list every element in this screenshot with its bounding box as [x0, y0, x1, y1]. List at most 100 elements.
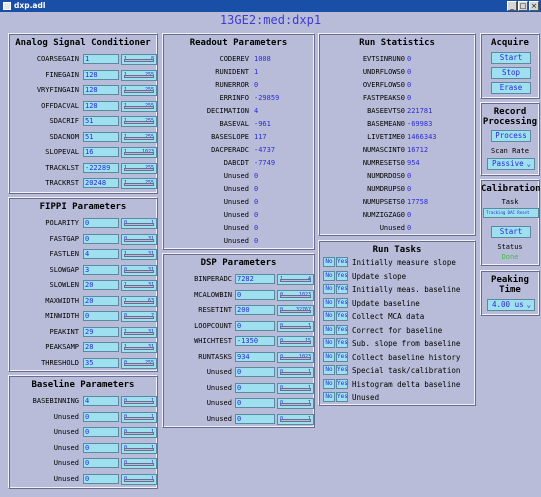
slider-track[interactable]: [280, 356, 311, 360]
analog-slider[interactable]: 18: [121, 54, 157, 65]
slider-track[interactable]: [124, 300, 154, 304]
runtask-yes-button[interactable]: Yes: [336, 257, 348, 267]
dsp-slider[interactable]: 01: [277, 398, 314, 409]
dsp-slider[interactable]: 01: [277, 320, 314, 332]
fippi-slider[interactable]: 131: [121, 280, 157, 291]
fippi-slider[interactable]: 01: [121, 218, 157, 229]
slider-track[interactable]: [124, 167, 154, 171]
analog-value-field[interactable]: 128: [83, 69, 119, 80]
fippi-slider[interactable]: 07: [121, 311, 157, 322]
runtask-no-button[interactable]: No: [323, 311, 335, 321]
slider-track[interactable]: [124, 463, 154, 466]
slider-track[interactable]: [124, 432, 154, 435]
fippi-value-field[interactable]: 4: [83, 249, 119, 259]
fippi-slider[interactable]: 131: [121, 326, 157, 338]
slider-track[interactable]: [280, 325, 311, 329]
fippi-value-field[interactable]: 0: [83, 311, 119, 321]
scan-rate-select[interactable]: Passive ⌄: [487, 158, 535, 170]
analog-slider[interactable]: 1255: [121, 69, 157, 81]
dsp-value-field[interactable]: 0: [235, 289, 275, 300]
runtask-yes-button[interactable]: Yes: [336, 378, 348, 389]
dsp-value-field[interactable]: 934: [235, 351, 275, 362]
runtask-yes-button[interactable]: Yes: [336, 392, 348, 402]
slider-track[interactable]: [280, 403, 311, 406]
slider-track[interactable]: [124, 136, 154, 140]
slider-track[interactable]: [124, 285, 154, 288]
runtask-no-button[interactable]: No: [323, 365, 335, 375]
fippi-value-field[interactable]: 20: [83, 295, 119, 306]
runtask-no-button[interactable]: No: [323, 324, 335, 335]
slider-track[interactable]: [280, 418, 311, 422]
slider-track[interactable]: [280, 387, 311, 391]
analog-slider[interactable]: 1255: [121, 131, 157, 143]
stop-button[interactable]: Stop: [491, 67, 531, 79]
runtask-yes-button[interactable]: Yes: [336, 284, 348, 294]
slider-track[interactable]: [280, 310, 311, 313]
slider-track[interactable]: [124, 447, 154, 451]
baseline-value-field[interactable]: 0: [83, 458, 119, 468]
baseline-slider[interactable]: 01: [121, 458, 157, 469]
runtask-yes-button[interactable]: Yes: [336, 324, 348, 335]
baseline-slider[interactable]: 01: [121, 396, 157, 407]
dsp-slider[interactable]: 032767: [277, 305, 314, 316]
slider-track[interactable]: [280, 294, 311, 298]
dsp-slider[interactable]: 015: [277, 336, 314, 347]
runtask-no-button[interactable]: No: [323, 257, 335, 267]
runtask-no-button[interactable]: No: [323, 351, 335, 362]
slider-track[interactable]: [124, 59, 154, 62]
slider-track[interactable]: [124, 331, 154, 335]
analog-slider[interactable]: 11023: [121, 147, 157, 158]
fippi-value-field[interactable]: 3: [83, 264, 119, 275]
runtask-no-button[interactable]: No: [323, 270, 335, 281]
dsp-slider[interactable]: 01: [277, 413, 314, 425]
analog-slider[interactable]: 1255: [121, 116, 157, 127]
fippi-slider[interactable]: 163: [121, 295, 157, 307]
runtask-no-button[interactable]: No: [323, 338, 335, 348]
fippi-value-field[interactable]: 35: [83, 357, 119, 368]
fippi-slider[interactable]: 031: [121, 233, 157, 245]
fippi-value-field[interactable]: 28: [83, 342, 119, 352]
fippi-value-field[interactable]: 29: [83, 326, 119, 337]
fippi-value-field[interactable]: 20: [83, 280, 119, 290]
analog-value-field[interactable]: 51: [83, 131, 119, 142]
runtask-no-button[interactable]: No: [323, 378, 335, 389]
fippi-value-field[interactable]: 0: [83, 233, 119, 244]
dsp-slider[interactable]: 01: [277, 382, 314, 394]
analog-slider[interactable]: 1255: [121, 85, 157, 96]
baseline-slider[interactable]: 01: [121, 411, 157, 423]
slider-track[interactable]: [124, 74, 154, 78]
fippi-slider[interactable]: 131: [121, 249, 157, 260]
fippi-slider[interactable]: 0255: [121, 357, 157, 369]
slider-track[interactable]: [124, 90, 154, 93]
runtask-yes-button[interactable]: Yes: [336, 311, 348, 321]
baseline-slider[interactable]: 01: [121, 427, 157, 438]
start-button[interactable]: Start: [491, 52, 531, 64]
slider-track[interactable]: [124, 254, 154, 257]
close-button[interactable]: ×: [529, 1, 539, 11]
dsp-value-field[interactable]: 0: [235, 367, 275, 377]
runtask-yes-button[interactable]: Yes: [336, 338, 348, 348]
slider-track[interactable]: [124, 183, 154, 186]
task-select[interactable]: Tracking DAC Reset: [483, 208, 539, 218]
erase-button[interactable]: Erase: [491, 82, 531, 94]
peaking-time-select[interactable]: 4.00 us ⌄: [487, 299, 535, 311]
slider-track[interactable]: [124, 347, 154, 350]
analog-slider[interactable]: 1255: [121, 178, 157, 189]
baseline-value-field[interactable]: 0: [83, 473, 119, 484]
slider-track[interactable]: [124, 401, 154, 404]
calibration-start-button[interactable]: Start: [491, 226, 531, 238]
runtask-no-button[interactable]: No: [323, 297, 335, 308]
process-button[interactable]: Process: [491, 130, 531, 142]
runtask-no-button[interactable]: No: [323, 284, 335, 294]
slider-track[interactable]: [124, 316, 154, 319]
runtask-yes-button[interactable]: Yes: [336, 297, 348, 308]
analog-value-field[interactable]: 20248: [83, 178, 119, 188]
slider-track[interactable]: [124, 121, 154, 124]
runtask-yes-button[interactable]: Yes: [336, 270, 348, 281]
dsp-value-field[interactable]: -1350: [235, 336, 275, 346]
baseline-value-field[interactable]: 0: [83, 411, 119, 422]
baseline-value-field[interactable]: 4: [83, 396, 119, 406]
slider-track[interactable]: [124, 269, 154, 273]
dsp-slider[interactable]: 14: [277, 274, 314, 285]
slider-track[interactable]: [280, 341, 311, 344]
